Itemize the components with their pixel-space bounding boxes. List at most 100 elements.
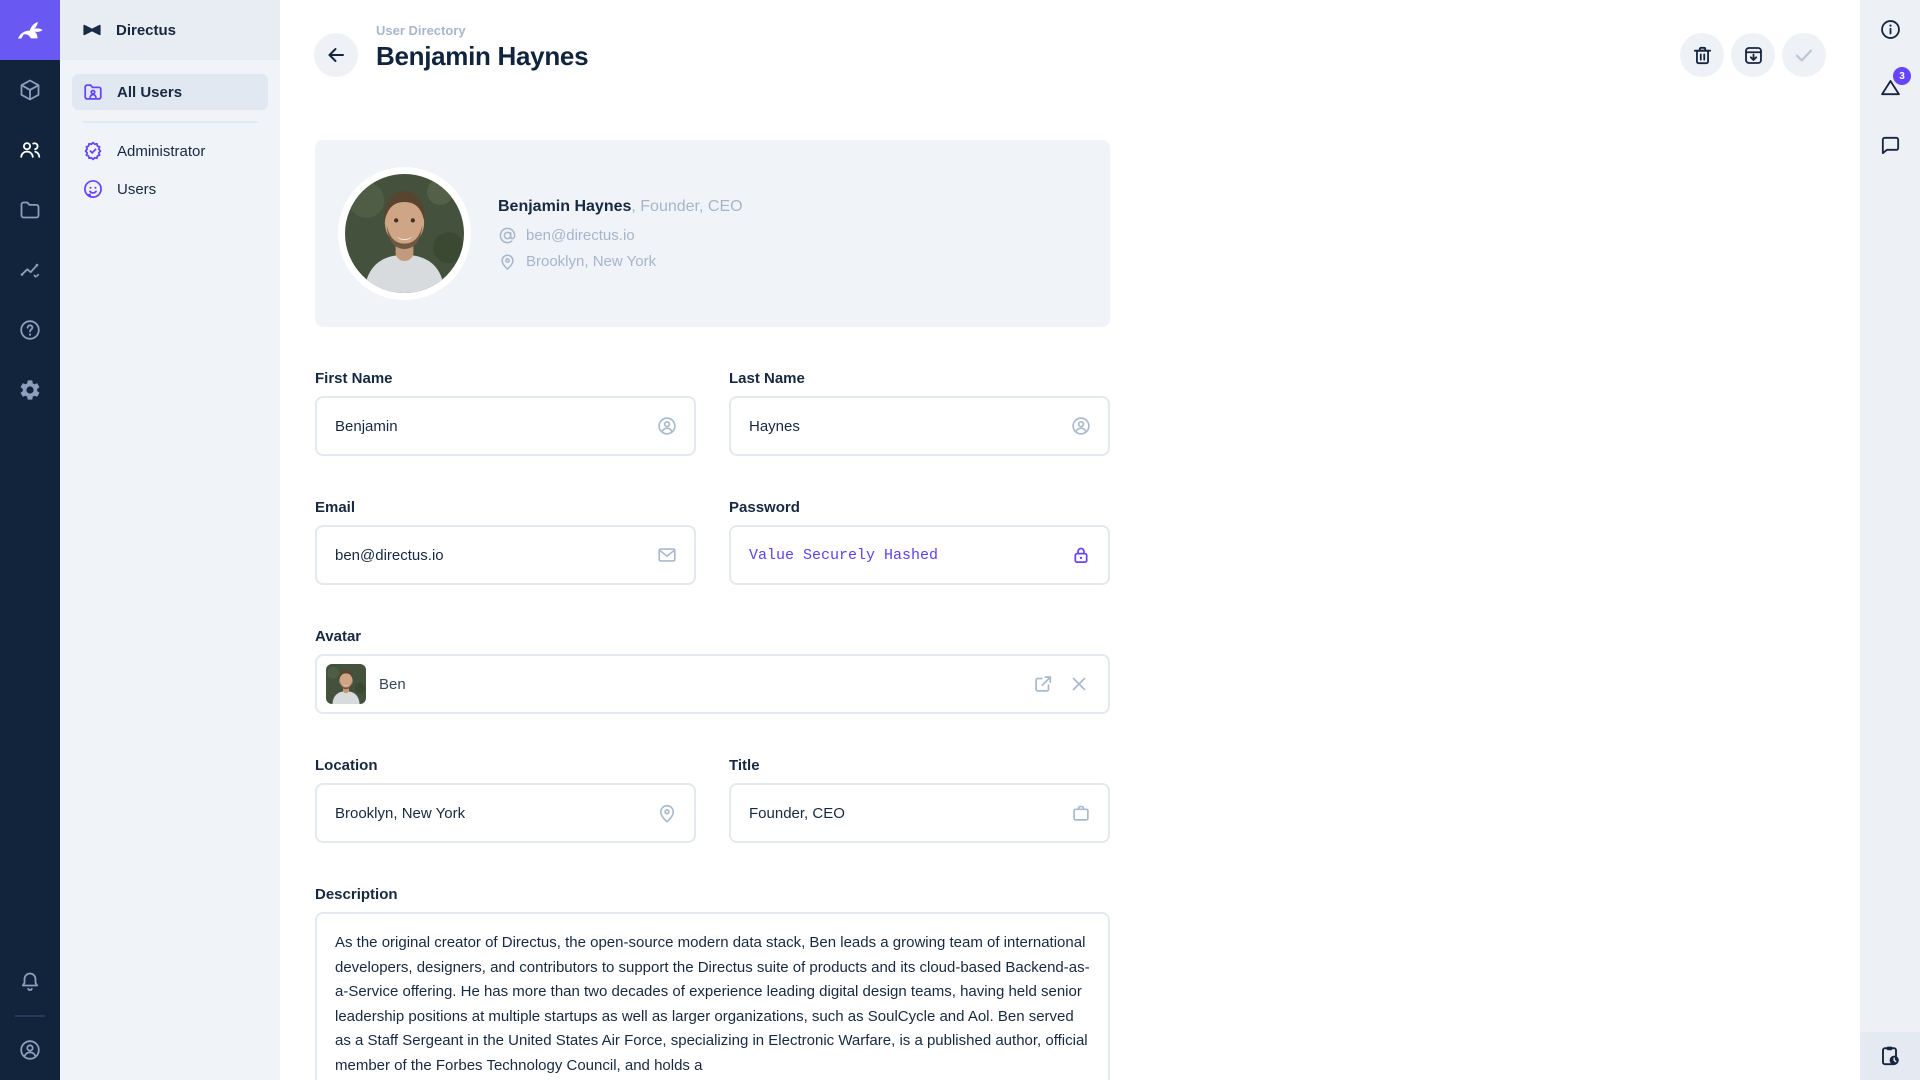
nav-list: All Users Administrator [60, 60, 280, 207]
trash-icon [1691, 44, 1714, 67]
field-title: Title [729, 757, 1110, 843]
cube-icon [18, 78, 42, 102]
module-user-directory-button[interactable] [0, 120, 60, 180]
field-first-name: First Name [315, 370, 696, 456]
directus-logo-button[interactable] [0, 0, 60, 60]
notifications-badge: 3 [1893, 67, 1911, 85]
field-row-location-title: Location Title [315, 757, 1110, 843]
header-actions [1680, 33, 1826, 77]
module-settings-button[interactable] [0, 360, 60, 420]
breadcrumb: User Directory [376, 23, 588, 38]
revisions-toggle-button[interactable] [1860, 1032, 1920, 1080]
avatar-file-input[interactable]: Ben [315, 654, 1110, 714]
nav-divider [82, 121, 258, 123]
avatar-actions [1032, 673, 1090, 695]
revisions-clipboard-icon [1878, 1044, 1902, 1068]
folder-user-icon [82, 81, 104, 103]
face-icon [82, 178, 104, 200]
profile-button[interactable] [0, 1020, 60, 1080]
at-sign-icon [498, 226, 517, 245]
field-label: Password [729, 499, 1110, 517]
module-documentation-button[interactable] [0, 300, 60, 360]
gear-icon [18, 378, 42, 402]
field-label: Email [315, 499, 696, 517]
verified-badge-icon [82, 140, 104, 162]
map-pin-icon [656, 802, 678, 824]
password-input-wrap [729, 525, 1110, 585]
sidebar-item-label: Administrator [117, 143, 205, 160]
user-card-location: Brooklyn, New York [526, 253, 656, 270]
project-header[interactable]: Directus [60, 0, 280, 60]
location-input[interactable] [317, 785, 694, 841]
user-card-avatar [338, 167, 471, 300]
main-content: User Directory Benjamin Haynes [280, 0, 1860, 1080]
remove-file-button[interactable] [1068, 673, 1090, 695]
notifications-bell-button[interactable] [0, 952, 60, 1012]
comments-sidebar-button[interactable] [1860, 116, 1920, 174]
map-pin-icon [498, 252, 517, 271]
insights-chart-icon [18, 258, 42, 282]
briefcase-icon [1070, 802, 1092, 824]
user-circle-icon [18, 1038, 42, 1062]
sidebar-item-users[interactable]: Users [72, 171, 268, 207]
external-link-icon [1032, 673, 1054, 695]
field-location: Location [315, 757, 696, 843]
field-label: Description [315, 886, 1110, 904]
save-button[interactable] [1782, 33, 1826, 77]
module-insights-button[interactable] [0, 240, 60, 300]
back-button[interactable] [314, 33, 358, 77]
module-file-library-button[interactable] [0, 180, 60, 240]
field-row-description: Description As the original creator of D… [315, 886, 1110, 1080]
sidebar-item-administrator[interactable]: Administrator [72, 133, 268, 169]
user-card-email: ben@directus.io [526, 227, 635, 244]
last-name-input-wrap [729, 396, 1110, 456]
user-card-email-line: ben@directus.io [498, 226, 743, 245]
arrow-left-icon [324, 43, 348, 67]
description-textarea-wrap: As the original creator of Directus, the… [315, 912, 1110, 1080]
user-card-role: , Founder, CEO [631, 198, 742, 215]
form-content: Benjamin Haynes, Founder, CEO ben@direct… [315, 140, 1110, 1080]
field-label: Location [315, 757, 696, 775]
sidebar-item-label: All Users [117, 84, 182, 101]
field-last-name: Last Name [729, 370, 1110, 456]
description-textarea[interactable]: As the original creator of Directus, the… [317, 914, 1108, 1080]
right-sidebar: 3 [1860, 0, 1920, 1080]
sidebar-item-all-users[interactable]: All Users [72, 74, 268, 110]
location-input-wrap [315, 783, 696, 843]
user-card-name: Benjamin Haynes [498, 198, 631, 215]
user-card-name-line: Benjamin Haynes, Founder, CEO [498, 198, 743, 216]
user-card-location-line: Brooklyn, New York [498, 252, 743, 271]
field-label: Title [729, 757, 1110, 775]
delete-button[interactable] [1680, 33, 1724, 77]
user-card-info: Benjamin Haynes, Founder, CEO ben@direct… [498, 198, 743, 278]
module-content-button[interactable] [0, 60, 60, 120]
avatar-photo [345, 174, 464, 293]
archive-button[interactable] [1731, 33, 1775, 77]
field-row-avatar: Avatar [315, 628, 1110, 714]
account-circle-icon [656, 415, 678, 437]
bell-icon [18, 970, 42, 994]
people-icon [18, 138, 42, 162]
check-icon [1792, 43, 1816, 67]
user-card: Benjamin Haynes, Founder, CEO ben@direct… [315, 140, 1110, 327]
module-bar [0, 0, 60, 1080]
info-sidebar-button[interactable] [1860, 0, 1920, 58]
close-icon [1068, 673, 1090, 695]
nav-sidebar: Directus All Users Administrator [60, 0, 280, 1080]
field-email: Email [315, 499, 696, 585]
password-input[interactable] [731, 527, 1108, 583]
title-block: User Directory Benjamin Haynes [376, 23, 588, 72]
sidebar-item-label: Users [117, 181, 156, 198]
first-name-input[interactable] [317, 398, 694, 454]
email-input[interactable] [317, 527, 694, 583]
title-input[interactable] [731, 785, 1108, 841]
project-logo-icon [81, 19, 103, 41]
avatar-thumbnail [326, 664, 366, 704]
open-file-button[interactable] [1032, 673, 1054, 695]
info-icon [1879, 18, 1902, 41]
page-title: Benjamin Haynes [376, 41, 588, 72]
field-description: Description As the original creator of D… [315, 886, 1110, 1080]
notifications-sidebar-button[interactable]: 3 [1860, 58, 1920, 116]
field-avatar: Avatar [315, 628, 1110, 714]
last-name-input[interactable] [731, 398, 1108, 454]
